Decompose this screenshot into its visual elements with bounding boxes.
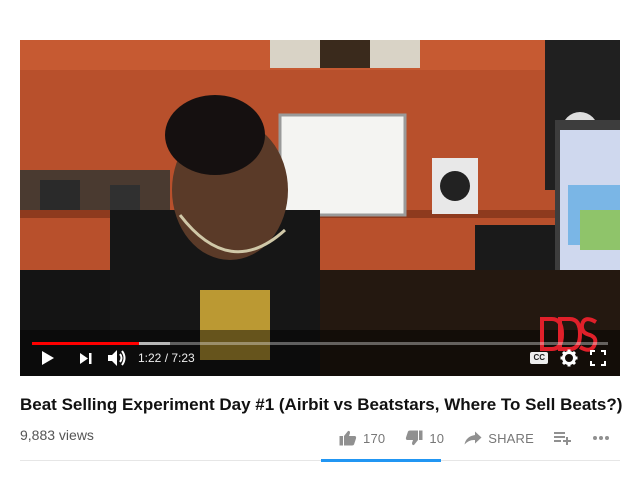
video-meta-row: 9,883 views 170 10 SHARE (20, 424, 620, 452)
dislike-count: 10 (429, 430, 445, 446)
volume-button[interactable] (102, 340, 132, 376)
time-current: 1:22 (138, 351, 162, 365)
cc-icon: CC (530, 352, 548, 364)
like-ratio-bar (321, 459, 441, 462)
play-button[interactable] (28, 340, 68, 376)
time-total: 7:23 (171, 351, 195, 365)
share-arrow-icon (464, 431, 482, 445)
next-button[interactable] (68, 340, 102, 376)
next-icon (79, 352, 91, 364)
add-to-playlist-button[interactable] (554, 431, 572, 445)
more-actions-button[interactable] (592, 435, 610, 441)
dislike-button[interactable]: 10 (405, 430, 444, 446)
captions-button[interactable]: CC (530, 352, 548, 364)
thumbs-down-icon (406, 430, 423, 446)
more-horiz-icon (593, 436, 609, 440)
volume-icon (108, 350, 126, 366)
add-to-playlist-icon (554, 432, 571, 445)
like-button[interactable]: 170 (339, 430, 385, 446)
video-player[interactable]: 1:22 / 7:23 CC (20, 40, 620, 376)
view-count: 9,883 views (20, 427, 94, 443)
share-button[interactable]: SHARE (464, 431, 534, 446)
like-count: 170 (363, 430, 386, 446)
video-actions: 170 10 SHARE (319, 424, 610, 452)
player-controls: 1:22 / 7:23 CC (20, 340, 620, 376)
share-label: SHARE (488, 430, 534, 446)
divider (20, 460, 620, 461)
fullscreen-button[interactable] (590, 350, 606, 366)
thumbs-up-icon (339, 430, 357, 446)
video-frame (20, 40, 620, 376)
gear-icon (560, 349, 578, 367)
fullscreen-icon (590, 350, 606, 366)
settings-button[interactable] (560, 349, 578, 367)
time-separator: / (161, 351, 172, 365)
time-display: 1:22 / 7:23 (138, 351, 195, 365)
play-icon (42, 351, 54, 365)
video-title: Beat Selling Experiment Day #1 (Airbit v… (20, 395, 623, 414)
